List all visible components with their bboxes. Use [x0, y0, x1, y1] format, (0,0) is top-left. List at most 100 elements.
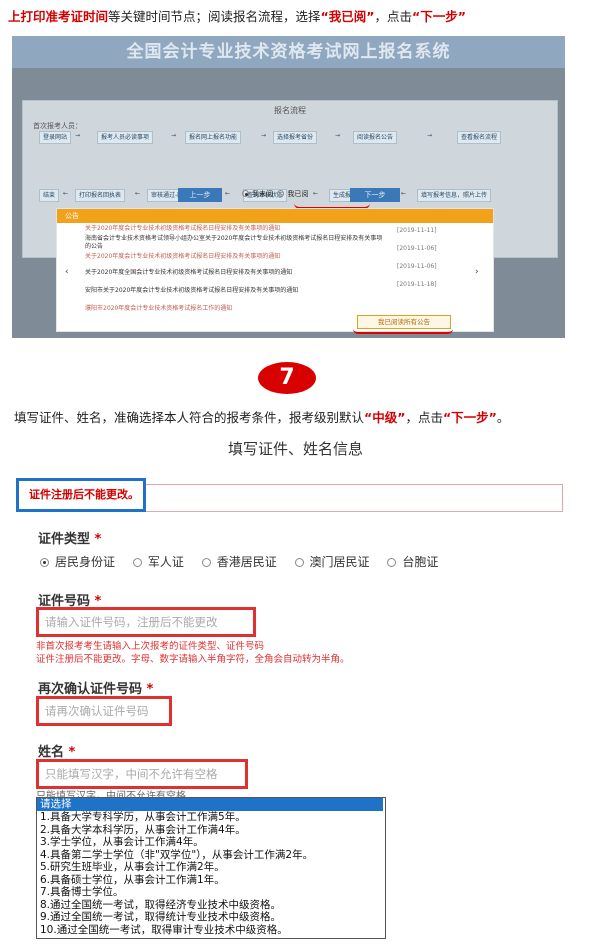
dropdown-option[interactable]: 7.具备博士学位。 — [40, 886, 124, 899]
id-type-label-text: 证件类型 — [38, 532, 91, 547]
id-type-option[interactable]: 居民身份证 — [40, 553, 115, 570]
instruction-period: 。 — [496, 410, 510, 425]
notice-item[interactable]: 关于2020年度会计专业技术初级资格考试报名日程安排及有关事项的通知 — [85, 253, 385, 261]
id-type-option-label: 香港居民证 — [216, 555, 277, 569]
id-type-option[interactable]: 台胞证 — [387, 553, 438, 570]
arrow-left-icon: ← — [313, 190, 319, 197]
flow-step: 选择报考省份 — [273, 131, 318, 144]
name-label-text: 姓名 — [38, 745, 65, 760]
notice-header: 公告 — [57, 209, 493, 223]
notice-item[interactable]: 海南省会计专业技术资格考试领导小组办公室关于2020年度会计专业技术初级资格考试… — [85, 235, 385, 251]
id-type-option[interactable]: 澳门居民证 — [294, 553, 370, 570]
confirm-id-label-text: 再次确认证件号码 — [38, 682, 143, 697]
exam-condition-dropdown[interactable]: 请选择 1.具备大学专科学历，从事会计工作满5年。 2.具备大学本科学历，从事会… — [36, 797, 386, 939]
notice-item[interactable]: 濮阳市2020年度会计专业技术资格考试报名工作的通知 — [85, 305, 385, 313]
instruction-text-1: 上打印准考证时间等关键时间节点；阅读报名流程，选择“我已阅”，点击“下一步” — [8, 8, 583, 26]
highlight-level: “中级” — [364, 410, 406, 425]
id-number-hint: 非首次报考考生请输入上次报考的证件类型、证件号码 — [36, 641, 265, 652]
dropdown-option[interactable]: 6.具备硕士学位，从事会计工作满1年。 — [40, 874, 225, 887]
required-star: * — [146, 682, 154, 697]
radio-circle[interactable] — [132, 558, 142, 567]
radio-circle-checked[interactable] — [40, 558, 49, 567]
required-star: * — [68, 745, 76, 760]
flow-step: 结束 — [39, 189, 60, 202]
dropdown-option[interactable]: 9.通过全国统一考试，取得统计专业技术中级资格。 — [40, 911, 281, 924]
radio-circle[interactable] — [294, 558, 304, 567]
warning-label: 证件注册后不能更改。 — [16, 478, 146, 512]
id-number-hint: 证件注册后不能更改。字母、数字请输入半角字符，全角会自动转为半角。 — [36, 654, 350, 665]
next-step-button[interactable]: 下一步 — [350, 188, 400, 202]
dropdown-option[interactable]: 1.具备大学专科学历，从事会计工作满5年。 — [40, 811, 246, 824]
radio-read[interactable] — [277, 190, 285, 197]
arrow-right-icon: → — [427, 132, 433, 139]
arrow-right-icon: → — [171, 132, 177, 139]
dropdown-option[interactable]: 5.研究生班毕业，从事会计工作满2年。 — [40, 861, 225, 874]
radio-read-label: 我已阅 — [287, 190, 309, 198]
notice-date: [2019-11-18] — [397, 281, 437, 288]
instruction-body: 填写证件、姓名，准确选择本人符合的报考条件，报考级别默认 — [14, 410, 365, 425]
confirm-id-label: 再次确认证件号码 * — [38, 678, 153, 697]
required-star: * — [94, 532, 102, 547]
notice-date: [2019-11-06] — [397, 245, 437, 252]
instruction-click: ，点击 — [374, 9, 412, 24]
flow-step: 阅读报名公告 — [353, 131, 398, 144]
id-type-option[interactable]: 香港居民证 — [201, 553, 277, 570]
id-type-option-label: 军人证 — [147, 555, 184, 569]
notice-date: [2019-11-06] — [397, 263, 437, 270]
read-radio-group: 我未阅 我已阅 — [242, 189, 308, 199]
name-label: 姓名 * — [38, 741, 75, 760]
id-type-label: 证件类型 * — [38, 528, 101, 547]
flow-step: 报考人员必读事项 — [97, 131, 154, 144]
dropdown-option[interactable]: 2.具备大学本科学历，从事会计工作满4年。 — [40, 824, 246, 837]
prev-step-button[interactable]: 上一步 — [178, 188, 222, 202]
instruction-body: 等关键时间节点；阅读报名流程，选择 — [108, 9, 321, 24]
id-type-option-label: 台胞证 — [402, 555, 439, 569]
radio-circle[interactable] — [387, 558, 397, 567]
flow-step: 报名网上报名功能 — [185, 131, 242, 144]
registration-flow-screenshot: 全国会计专业技术资格考试网上报名系统 报名流程 首次报考人员： 登录网站 → 报… — [12, 36, 565, 338]
notice-item[interactable]: 关于2020年度全国会计专业技术初级资格考试报名日程安排及有关事项的通知 — [85, 269, 385, 277]
notice-item[interactable]: 安阳市关于2020年度会计专业技术初级资格考试报名日程安排及有关事项的通知 — [85, 287, 385, 295]
radio-circle[interactable] — [201, 558, 211, 567]
dropdown-option[interactable]: 4.具备第二学士学位（非"双学位"），从事会计工作满2年。 — [40, 849, 313, 862]
id-number-input[interactable]: 请输入证件号码，注册后不能更改 — [36, 607, 256, 637]
dropdown-option[interactable]: 3.学士学位，从事会计工作满4年。 — [40, 836, 204, 849]
red-underline-mark — [353, 329, 453, 334]
highlight-next: “下一步” — [442, 410, 497, 425]
name-input[interactable]: 只能填写汉字，中间不允许有空格 — [36, 759, 248, 789]
instruction-click: ，点击 — [405, 410, 443, 425]
confirm-id-input[interactable]: 请再次确认证件号码 — [36, 696, 172, 726]
radio-not-read[interactable] — [242, 190, 249, 197]
flow-title: 报名流程 — [274, 106, 306, 115]
dropdown-selected-option[interactable]: 请选择 — [37, 798, 383, 811]
flow-step: 打印报名回执表 — [75, 189, 126, 202]
arrow-left-icon: ← — [135, 190, 141, 197]
read-all-notices-button[interactable]: 我已阅读所有公告 — [357, 315, 451, 329]
radio-not-read-label: 我未阅 — [252, 190, 273, 198]
dropdown-option[interactable]: 10.通过全国统一考试，取得审计专业技术中级资格。 — [40, 924, 288, 937]
arrow-left-icon: ← — [225, 190, 231, 197]
notice-date: [2019-11-11] — [397, 227, 437, 234]
highlight-next: “下一步” — [411, 9, 466, 24]
flow-step: 登录网站 — [39, 131, 72, 144]
flow-step: 查看报名流程 — [457, 131, 502, 144]
step-number-badge: 7 — [258, 362, 316, 394]
id-type-option-label: 居民身份证 — [55, 555, 116, 569]
id-type-radio-group: 居民身份证 军人证 香港居民证 澳门居民证 台胞证 — [40, 553, 452, 570]
instruction-text-2: 填写证件、姓名，准确选择本人符合的报考条件，报考级别默认“中级”，点击“下一步”… — [14, 409, 589, 427]
chevron-left-icon[interactable]: ‹ — [65, 267, 69, 277]
dropdown-option[interactable]: 8.通过全国统一考试，取得经济专业技术中级资格。 — [40, 899, 281, 912]
flow-step: 填写报考信息，照片上传 — [417, 189, 492, 202]
highlight-read: “我已阅” — [320, 9, 375, 24]
system-banner: 全国会计专业技术资格考试网上报名系统 — [12, 36, 565, 68]
arrow-right-icon: → — [75, 132, 81, 139]
arrow-left-icon: ← — [401, 190, 407, 197]
notice-item[interactable]: 关于2020年度会计专业技术初级资格考试报名日程安排及有关事项的通知 — [85, 225, 385, 233]
highlight-print-time: 上打印准考证时间 — [8, 9, 109, 24]
form-title: 填写证件、姓名信息 — [227, 440, 363, 458]
chevron-right-icon[interactable]: › — [475, 267, 479, 277]
id-type-option-label: 澳门居民证 — [309, 555, 370, 569]
flow-subtitle: 首次报考人员： — [33, 122, 82, 130]
notice-panel: 公告 关于2020年度会计专业技术初级资格考试报名日程安排及有关事项的通知 海南… — [56, 208, 494, 334]
id-type-option[interactable]: 军人证 — [132, 553, 184, 570]
